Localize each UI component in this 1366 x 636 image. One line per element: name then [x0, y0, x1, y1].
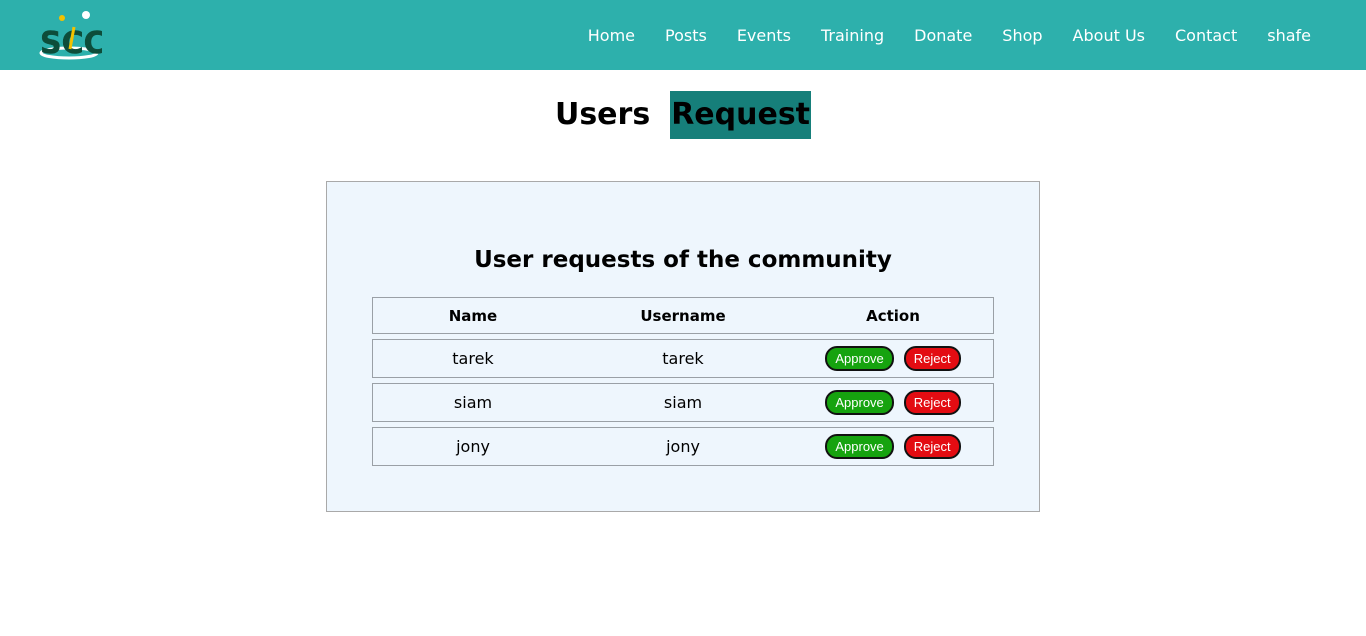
row-name: siam — [453, 393, 493, 412]
nav-home[interactable]: Home — [588, 26, 635, 45]
column-header-name: Name — [448, 306, 498, 325]
row-actions: Approve Reject — [793, 434, 993, 459]
row-actions: Approve Reject — [793, 390, 993, 415]
table-row: jony jony Approve Reject — [372, 427, 994, 466]
panel-heading: User requests of the community — [474, 247, 892, 273]
table-row: siam siam Approve Reject — [372, 383, 994, 422]
nav-posts[interactable]: Posts — [665, 26, 707, 45]
row-username: jony — [666, 437, 700, 456]
page-title-users: Users — [554, 97, 651, 132]
approve-button[interactable]: Approve — [825, 346, 894, 371]
nav-about-us[interactable]: About Us — [1073, 26, 1145, 45]
page-title-request: Request — [670, 91, 812, 139]
row-name: jony — [456, 437, 490, 456]
nav-user-profile[interactable]: shafe — [1267, 26, 1311, 45]
navbar: SCC Home Posts Events Training Donate Sh… — [0, 0, 1366, 70]
reject-button[interactable]: Reject — [903, 346, 961, 371]
approve-button[interactable]: Approve — [825, 434, 894, 459]
nav-contact[interactable]: Contact — [1175, 26, 1237, 45]
nav-menu: Home Posts Events Training Donate Shop A… — [558, 0, 1311, 70]
nav-shop[interactable]: Shop — [1002, 26, 1042, 45]
row-username: tarek — [662, 349, 704, 368]
row-name: tarek — [452, 349, 494, 368]
nav-events[interactable]: Events — [737, 26, 791, 45]
reject-button[interactable]: Reject — [903, 434, 961, 459]
table-header: Name Username Action — [372, 297, 994, 334]
nav-training[interactable]: Training — [821, 26, 884, 45]
reject-button[interactable]: Reject — [903, 390, 961, 415]
column-header-action: Action — [866, 306, 920, 325]
row-username: siam — [663, 393, 703, 412]
column-header-username: Username — [640, 306, 726, 325]
approve-button[interactable]: Approve — [825, 390, 894, 415]
page-title: Users Request — [0, 91, 1366, 139]
row-actions: Approve Reject — [793, 346, 993, 371]
table-row: tarek tarek Approve Reject — [372, 339, 994, 378]
nav-donate[interactable]: Donate — [914, 26, 972, 45]
user-requests-panel: User requests of the community Name User… — [326, 181, 1040, 512]
scc-logo[interactable]: SCC — [38, 9, 102, 61]
